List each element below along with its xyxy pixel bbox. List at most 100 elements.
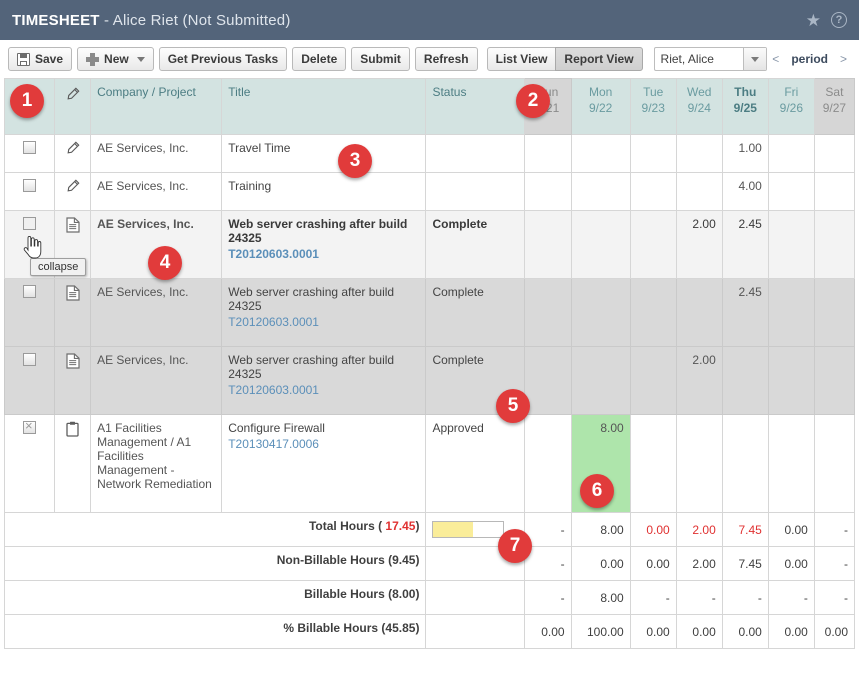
- hours-cell[interactable]: [813, 172, 856, 211]
- table-row[interactable]: AE Services, Inc. Web server crashing aft…: [3, 278, 856, 347]
- hours-cell[interactable]: [767, 172, 815, 211]
- footer-progress-cell[interactable]: [425, 512, 525, 547]
- hours-cell[interactable]: [767, 346, 815, 415]
- header-title[interactable]: Title: [221, 78, 427, 135]
- hours-cell[interactable]: [570, 346, 631, 415]
- row-type-icon-cell[interactable]: [54, 414, 92, 513]
- header-status[interactable]: Status: [425, 78, 525, 135]
- hours-cell[interactable]: [767, 210, 815, 279]
- user-select[interactable]: Riet, Alice: [653, 47, 768, 71]
- row-select-cell[interactable]: [3, 346, 56, 415]
- hours-cell[interactable]: 8.00: [570, 414, 631, 513]
- row-type-icon-cell[interactable]: [54, 278, 92, 347]
- hours-cell[interactable]: [767, 278, 815, 347]
- table-row[interactable]: AE Services, Inc. Travel Time 1.00: [3, 134, 856, 173]
- hours-cell[interactable]: 4.00: [721, 172, 769, 211]
- hours-cell[interactable]: [629, 172, 677, 211]
- table-row[interactable]: A1 Facilities Management / A1 Facilities…: [3, 414, 856, 513]
- list-view-button[interactable]: List View: [486, 47, 557, 71]
- user-select-arrow[interactable]: [743, 48, 767, 70]
- delete-button[interactable]: Delete: [292, 47, 347, 71]
- hours-cell[interactable]: 2.45: [721, 278, 769, 347]
- task-id-link[interactable]: T20120603.0001: [228, 315, 419, 329]
- star-icon[interactable]: ★: [806, 12, 821, 29]
- hours-cell[interactable]: 2.00: [675, 210, 723, 279]
- submit-button[interactable]: Submit: [351, 47, 410, 71]
- hours-cell[interactable]: 1.00: [721, 134, 769, 173]
- day-date: 9/27: [822, 101, 847, 115]
- row-select-cell[interactable]: [3, 414, 56, 513]
- hours-cell[interactable]: [675, 278, 723, 347]
- row-select-checkbox[interactable]: [23, 419, 37, 434]
- header-day-mon[interactable]: Mon 9/22: [570, 78, 631, 135]
- hours-cell[interactable]: [629, 414, 677, 513]
- hours-cell[interactable]: [523, 346, 572, 415]
- period-prev-button[interactable]: <: [772, 52, 779, 66]
- hours-cell[interactable]: [675, 172, 723, 211]
- save-button[interactable]: Save: [8, 47, 73, 71]
- hours-cell[interactable]: [570, 134, 631, 173]
- table-row[interactable]: AE Services, Inc. Web server crashing aft…: [3, 210, 856, 279]
- get-previous-tasks-button[interactable]: Get Previous Tasks: [158, 47, 288, 71]
- row-select-checkbox[interactable]: [23, 285, 37, 298]
- hours-cell[interactable]: [523, 210, 572, 279]
- hours-cell[interactable]: [629, 134, 677, 173]
- header-day-tue[interactable]: Tue 9/23: [629, 78, 677, 135]
- hours-cell[interactable]: [813, 210, 856, 279]
- refresh-button[interactable]: Refresh: [414, 47, 478, 71]
- hours-cell[interactable]: [675, 134, 723, 173]
- hours-cell[interactable]: 2.00: [675, 346, 723, 415]
- row-type-icon-cell[interactable]: [54, 134, 92, 173]
- new-button[interactable]: New: [77, 47, 154, 71]
- hours-cell[interactable]: [767, 414, 815, 513]
- period-label[interactable]: period: [791, 52, 828, 66]
- hours-cell[interactable]: [721, 414, 769, 513]
- hours-cell[interactable]: [570, 210, 631, 279]
- period-next-button[interactable]: >: [840, 52, 847, 66]
- row-select-cell[interactable]: [3, 278, 56, 347]
- hours-cell[interactable]: [629, 210, 677, 279]
- hours-cell[interactable]: [523, 278, 572, 347]
- row-select-checkbox[interactable]: [23, 353, 37, 366]
- row-status: Complete: [425, 210, 525, 279]
- hours-cell[interactable]: [813, 278, 856, 347]
- task-id-link[interactable]: T20130417.0006: [228, 437, 419, 451]
- header-day-fri[interactable]: Fri 9/26: [767, 78, 815, 135]
- hours-cell[interactable]: 2.45: [721, 210, 769, 279]
- footer-value: 0.00: [523, 614, 572, 649]
- hours-cell[interactable]: [523, 172, 572, 211]
- hours-cell[interactable]: [767, 134, 815, 173]
- hours-cell[interactable]: [629, 346, 677, 415]
- hours-cell[interactable]: [721, 346, 769, 415]
- row-type-icon-cell[interactable]: [54, 346, 92, 415]
- row-type-icon-cell[interactable]: [54, 172, 92, 211]
- hours-cell[interactable]: [813, 414, 856, 513]
- hours-cell[interactable]: [570, 278, 631, 347]
- grid-footer: Total Hours ( 17.45) -8.00 0.00 2.00 7.45 0.0…: [3, 512, 856, 649]
- row-select-checkbox[interactable]: [23, 141, 37, 154]
- table-row[interactable]: AE Services, Inc. Training 4.00: [3, 172, 856, 211]
- submit-button-label: Submit: [360, 52, 401, 66]
- table-row[interactable]: AE Services, Inc. Web server crashing aft…: [3, 346, 856, 415]
- header-day-sat[interactable]: Sat 9/27: [813, 78, 856, 135]
- hours-cell[interactable]: [523, 134, 572, 173]
- hours-progress-bar[interactable]: [432, 521, 505, 538]
- hours-cell[interactable]: [675, 414, 723, 513]
- hours-cell[interactable]: [523, 414, 572, 513]
- row-select-cell[interactable]: [3, 172, 56, 211]
- report-view-button[interactable]: Report View: [555, 47, 643, 71]
- help-icon[interactable]: ?: [831, 12, 847, 28]
- header-day-thu[interactable]: Thu 9/25: [721, 78, 769, 135]
- row-select-checkbox[interactable]: [23, 179, 37, 192]
- hours-cell[interactable]: [629, 278, 677, 347]
- task-id-link[interactable]: T20120603.0001: [228, 383, 419, 397]
- hours-cell[interactable]: [813, 134, 856, 173]
- header-day-sun[interactable]: Sun 9/21: [523, 78, 572, 135]
- header-company-project[interactable]: Company / Project: [90, 78, 223, 135]
- hours-cell[interactable]: [570, 172, 631, 211]
- task-id-link[interactable]: T20120603.0001: [228, 247, 419, 261]
- hours-cell[interactable]: [813, 346, 856, 415]
- footer-value: -: [813, 546, 856, 581]
- header-day-wed[interactable]: Wed 9/24: [675, 78, 723, 135]
- row-select-cell[interactable]: [3, 134, 56, 173]
